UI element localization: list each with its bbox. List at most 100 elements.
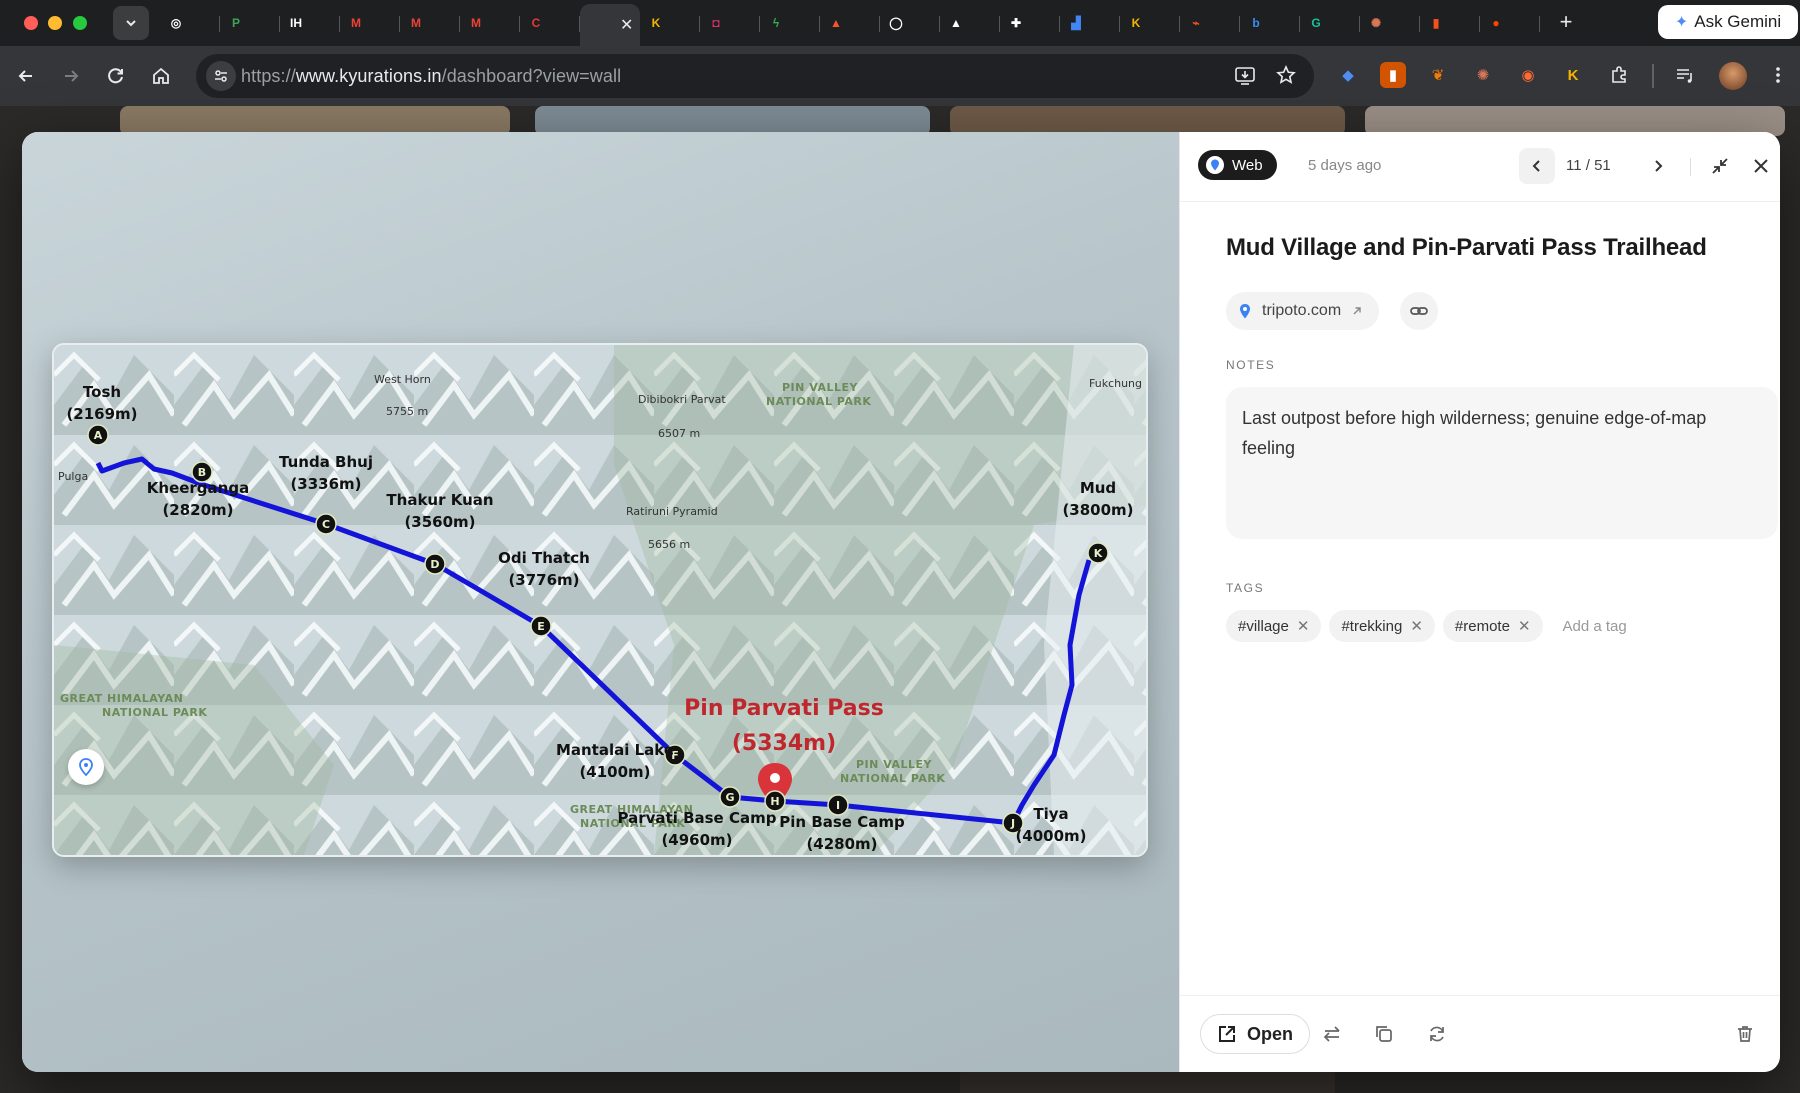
reload-button[interactable] — [100, 60, 132, 92]
extension-claude-icon[interactable]: ✺ — [1470, 62, 1496, 88]
forward-button[interactable] — [55, 60, 87, 92]
open-label: Open — [1247, 1023, 1294, 1044]
map-label-pin-valley-2: NATIONAL PARK — [766, 395, 871, 408]
swap-button[interactable] — [1318, 1020, 1346, 1048]
back-button[interactable] — [10, 60, 42, 92]
map-label-pin-valley-1: PIN VALLEY — [782, 381, 859, 394]
extension-kyurations-icon[interactable]: K — [1560, 62, 1586, 88]
profile-avatar[interactable] — [1719, 62, 1747, 90]
source-domain-text: tripoto.com — [1262, 302, 1342, 319]
browser-tab[interactable]: ϟ — [760, 4, 820, 42]
browser-tab[interactable]: P — [220, 4, 280, 42]
tab-search-button[interactable] — [113, 6, 149, 40]
trend-icon: ⌁ — [1192, 16, 1200, 30]
ask-gemini-button[interactable]: ✦ Ask Gemini — [1658, 5, 1798, 39]
collapse-button[interactable] — [1702, 148, 1738, 184]
browser-tab[interactable]: C — [520, 4, 580, 42]
copy-link-button[interactable] — [1400, 292, 1438, 330]
tag-chip[interactable]: #remote ✕ — [1442, 610, 1543, 642]
route-stop-elevation: (4000m) — [1015, 827, 1086, 845]
browser-tab[interactable]: ◎ — [160, 4, 220, 42]
route-stop-elevation: (3560m) — [404, 513, 475, 531]
gmail-icon: M — [471, 16, 481, 30]
kyurations-icon: K — [651, 16, 661, 30]
extensions-puzzle-icon[interactable] — [1606, 62, 1632, 88]
url-host: www.kyurations.in — [295, 66, 442, 86]
close-modal-button[interactable] — [1743, 148, 1779, 184]
add-tag-input[interactable]: Add a tag — [1563, 618, 1627, 635]
browser-tab[interactable]: M — [400, 4, 460, 42]
extension-fox-icon[interactable]: ◉ — [1515, 62, 1541, 88]
window-minimize-button[interactable] — [48, 16, 62, 30]
route-stop-elevation: (4100m) — [579, 763, 650, 781]
browser-tab[interactable]: ▟ — [1060, 4, 1120, 42]
extension-book-icon[interactable]: ▮ — [1380, 62, 1406, 88]
address-bar[interactable]: https://www.kyurations.in/dashboard?view… — [196, 54, 1314, 98]
window-zoom-button[interactable] — [73, 16, 87, 30]
notes-textarea[interactable]: Last outpost before high wilderness; gen… — [1226, 387, 1778, 539]
browser-tab[interactable]: M — [460, 4, 520, 42]
extension-tag-icon[interactable]: ◆ — [1335, 62, 1361, 88]
close-tab-icon[interactable]: ✕ — [620, 15, 633, 35]
home-button[interactable] — [145, 60, 177, 92]
tag-chip[interactable]: #trekking ✕ — [1329, 610, 1435, 642]
install-app-icon[interactable] — [1234, 65, 1256, 92]
chart-icon: ▟ — [1071, 16, 1081, 30]
map-label-west-horn: West Horn — [374, 373, 431, 386]
browser-tab[interactable]: G — [1300, 4, 1360, 42]
window-close-button[interactable] — [24, 16, 38, 30]
browser-tab[interactable]: K — [1120, 4, 1180, 42]
claude-icon: ✺ — [1370, 16, 1382, 30]
browser-tab[interactable]: ▮ — [1420, 4, 1480, 42]
open-link-button[interactable]: Open — [1200, 1014, 1311, 1054]
browser-tab[interactable]: ▲ — [820, 4, 880, 42]
route-stop-name: Thakur Kuan — [386, 491, 493, 509]
triangle-icon: ▲ — [950, 16, 962, 30]
browser-tab[interactable]: b — [1240, 4, 1300, 42]
remove-tag-icon[interactable]: ✕ — [1518, 617, 1531, 635]
browser-tab[interactable]: M — [340, 4, 400, 42]
refresh-button[interactable] — [1423, 1020, 1451, 1048]
map-label-dibibokri-elev: 6507 m — [658, 427, 700, 440]
remove-tag-icon[interactable]: ✕ — [1297, 617, 1310, 635]
browser-tab[interactable]: ⌁ — [1180, 4, 1240, 42]
browser-tab[interactable]: IH — [280, 4, 340, 42]
reload-icon — [108, 68, 123, 84]
swap-arrows-icon — [1323, 1026, 1340, 1042]
browser-tab[interactable]: ◘ — [700, 4, 760, 42]
trek-route-map[interactable]: Pulga Fukchung West Horn 5755 m Dibibokr… — [52, 343, 1148, 857]
new-tab-button[interactable]: + — [1552, 8, 1580, 36]
route-stop-name: Tunda Bhuj — [279, 453, 373, 471]
browser-tab-strip: ◎ P IH M M M C ✕ K ◘ ϟ ▲ ◯ ▲ ✚ ▟ K ⌁ b G ✺ ▮ ● + ✦ Ask Gemini — [0, 0, 1800, 46]
red-c-icon: C — [531, 16, 541, 30]
ask-gemini-label: Ask Gemini — [1694, 12, 1782, 31]
source-domain-link[interactable]: tripoto.com — [1226, 292, 1380, 330]
browser-tab[interactable]: ✚ — [1000, 4, 1060, 42]
browser-tab[interactable]: ✺ — [1360, 4, 1420, 42]
browser-tab[interactable]: K — [640, 4, 700, 42]
url-text: https://www.kyurations.in/dashboard?view… — [241, 66, 621, 87]
duplicate-button[interactable] — [1370, 1020, 1398, 1048]
openai-icon: ◎ — [170, 16, 182, 30]
extension-leaf-icon[interactable]: ❦ — [1425, 62, 1451, 88]
bookmark-star-icon[interactable] — [1276, 65, 1296, 90]
site-info-button[interactable] — [206, 61, 236, 91]
home-icon — [153, 67, 169, 84]
delete-button[interactable] — [1731, 1020, 1759, 1048]
pass-elevation: (5334m) — [732, 731, 836, 756]
source-badge-icon[interactable] — [68, 749, 104, 785]
previous-item-button[interactable] — [1519, 148, 1555, 184]
tag-chip[interactable]: #village ✕ — [1226, 610, 1322, 642]
route-stop-letter: D — [430, 558, 439, 571]
browser-tab[interactable]: ● — [1480, 4, 1540, 42]
media-controls-icon[interactable] — [1672, 62, 1698, 88]
browser-menu-kebab-icon[interactable] — [1765, 62, 1791, 88]
remove-tag-icon[interactable]: ✕ — [1410, 617, 1423, 635]
browser-tab[interactable]: ◯ — [880, 4, 940, 42]
tune-icon — [215, 70, 227, 82]
browser-toolbar: https://www.kyurations.in/dashboard?view… — [0, 46, 1800, 106]
next-item-button[interactable] — [1640, 148, 1676, 184]
browser-tab[interactable]: ▲ — [940, 4, 1000, 42]
map-label-ghnp-2: NATIONAL PARK — [102, 706, 207, 719]
browser-tab[interactable]: ✕ — [580, 4, 640, 46]
